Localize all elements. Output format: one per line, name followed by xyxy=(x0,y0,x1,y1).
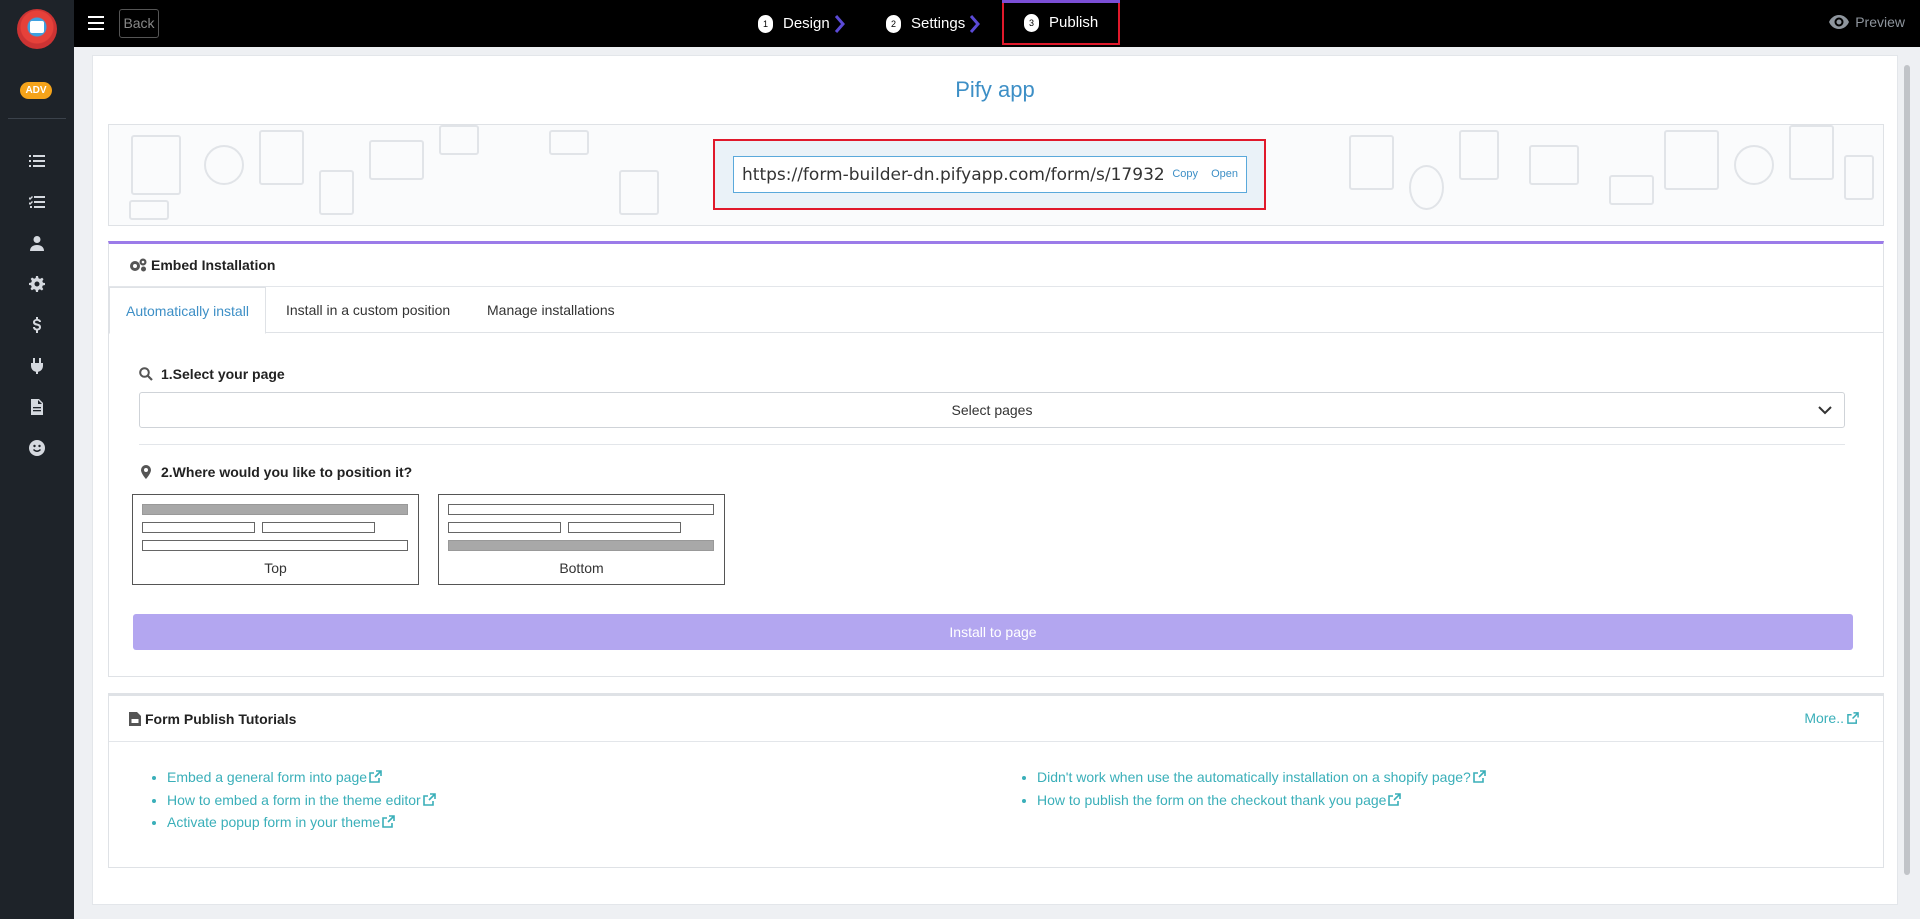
sidebar-item-integrations[interactable] xyxy=(0,345,74,386)
gear-icon xyxy=(29,275,45,292)
step-label: Publish xyxy=(1049,14,1099,31)
position-label-text: Top xyxy=(264,560,287,576)
tutorials-list-left: Embed a general form into page How to em… xyxy=(149,766,436,834)
chevron-right-icon xyxy=(834,14,845,33)
open-link[interactable]: Open xyxy=(1211,168,1238,180)
step-label: Design xyxy=(783,15,830,32)
chevron-right-icon xyxy=(970,14,981,33)
back-button[interactable]: Back xyxy=(119,9,159,38)
external-link-icon xyxy=(382,815,396,828)
tab-automatically-install[interactable]: Automatically install xyxy=(109,287,266,334)
tab-manage-installations[interactable]: Manage installations xyxy=(487,287,615,333)
eye-icon xyxy=(1829,15,1850,29)
sidebar-item-account[interactable] xyxy=(0,222,74,263)
list-icon xyxy=(29,154,45,167)
main-content: Pify app https://form-builder-dn.pifyapp… xyxy=(92,55,1898,905)
position-label-text: Bottom xyxy=(559,560,604,576)
more-label: More.. xyxy=(1804,710,1844,726)
copy-link[interactable]: Copy xyxy=(1172,168,1198,180)
install-tabs: Automatically install Install in a custo… xyxy=(109,287,1883,334)
topbar: Back 1 Design 2 Settings 3 Publish Previ… xyxy=(74,0,1920,47)
select-page-label: 1.Select your page xyxy=(139,366,285,382)
preview-label: Preview xyxy=(1855,14,1905,30)
app-logo[interactable] xyxy=(17,9,57,49)
select-pages-value: Select pages xyxy=(951,402,1033,418)
plan-badge: ADV xyxy=(20,82,52,99)
plug-icon xyxy=(31,357,43,374)
embed-panel-title: Embed Installation xyxy=(151,257,276,273)
sidebar-nav xyxy=(0,140,74,468)
tutorial-link[interactable]: Didn't work when use the automatically i… xyxy=(1037,766,1486,789)
sidebar-item-docs[interactable] xyxy=(0,386,74,427)
section-label-text: 2.Where would you like to position it? xyxy=(161,464,413,480)
tutorial-link[interactable]: How to publish the form on the checkout … xyxy=(1037,789,1486,812)
tutorials-list-right: Didn't work when use the automatically i… xyxy=(1019,766,1486,811)
sidebar-item-settings[interactable] xyxy=(0,263,74,304)
tab-custom-position[interactable]: Install in a custom position xyxy=(286,287,450,333)
dollar-icon xyxy=(33,316,41,333)
sidebar-item-billing[interactable] xyxy=(0,304,74,345)
position-bottom-option[interactable]: Bottom xyxy=(438,494,725,585)
section-divider xyxy=(139,444,1845,445)
tutorial-link[interactable]: How to embed a form in the theme editor xyxy=(167,789,436,812)
external-link-icon xyxy=(369,770,382,783)
tutorial-link[interactable]: Embed a general form into page xyxy=(167,766,436,789)
install-to-page-button[interactable]: Install to page xyxy=(133,614,1853,650)
step-settings[interactable]: 2 Settings xyxy=(886,0,981,47)
smile-icon xyxy=(29,439,45,456)
gears-icon xyxy=(130,258,147,272)
external-link-icon xyxy=(1473,770,1486,783)
tutorials-panel: Form Publish Tutorials More.. Embed a ge… xyxy=(108,693,1884,868)
sidebar-item-forms[interactable] xyxy=(0,140,74,181)
section-label-text: 1.Select your page xyxy=(161,366,285,382)
step-number: 3 xyxy=(1024,13,1039,32)
search-icon xyxy=(139,367,153,381)
form-url-text[interactable]: https://form-builder-dn.pifyapp.com/form… xyxy=(742,165,1165,185)
menu-toggle-icon[interactable] xyxy=(88,16,104,30)
user-icon xyxy=(30,235,44,251)
map-marker-icon xyxy=(141,465,151,479)
embed-panel-header: Embed Installation xyxy=(109,244,1883,287)
more-tutorials-link[interactable]: More.. xyxy=(1804,710,1863,726)
tutorials-header: Form Publish Tutorials More.. xyxy=(109,696,1883,742)
external-link-icon xyxy=(1847,712,1859,724)
sidebar-divider xyxy=(8,118,66,119)
select-pages-dropdown[interactable]: Select pages xyxy=(139,392,1845,428)
step-label: Settings xyxy=(911,15,966,32)
sidebar: ADV xyxy=(0,0,74,919)
position-label: 2.Where would you like to position it? xyxy=(139,464,412,480)
tab-label: Install in a custom position xyxy=(286,302,451,318)
tutorial-link[interactable]: Activate popup form in your theme xyxy=(167,811,436,834)
document-icon xyxy=(31,398,43,415)
url-actions: Copy Open xyxy=(1162,168,1238,180)
position-top-option[interactable]: Top xyxy=(132,494,419,585)
file-icon xyxy=(129,711,141,726)
sidebar-item-support[interactable] xyxy=(0,427,74,468)
external-link-icon xyxy=(1388,792,1402,806)
tab-label: Automatically install xyxy=(126,302,249,319)
tab-label: Manage installations xyxy=(487,302,615,318)
step-number: 1 xyxy=(758,14,773,33)
external-link-icon xyxy=(422,792,436,806)
preview-button[interactable]: Preview xyxy=(1829,14,1905,30)
embed-installation-panel: Embed Installation Automatically install… xyxy=(108,241,1884,677)
checklist-icon xyxy=(29,195,45,208)
tutorials-title: Form Publish Tutorials xyxy=(145,710,297,727)
sidebar-item-submissions[interactable] xyxy=(0,181,74,222)
form-url-field[interactable]: https://form-builder-dn.pifyapp.com/form… xyxy=(733,156,1247,193)
page-scrollbar[interactable] xyxy=(1902,55,1910,875)
step-number: 2 xyxy=(886,14,901,33)
step-design[interactable]: 1 Design xyxy=(758,0,845,47)
step-publish[interactable]: 3 Publish xyxy=(1002,0,1121,45)
page-title: Pify app xyxy=(955,77,1035,102)
chevron-down-icon xyxy=(1818,406,1832,415)
form-url-highlight: https://form-builder-dn.pifyapp.com/form… xyxy=(713,139,1266,210)
